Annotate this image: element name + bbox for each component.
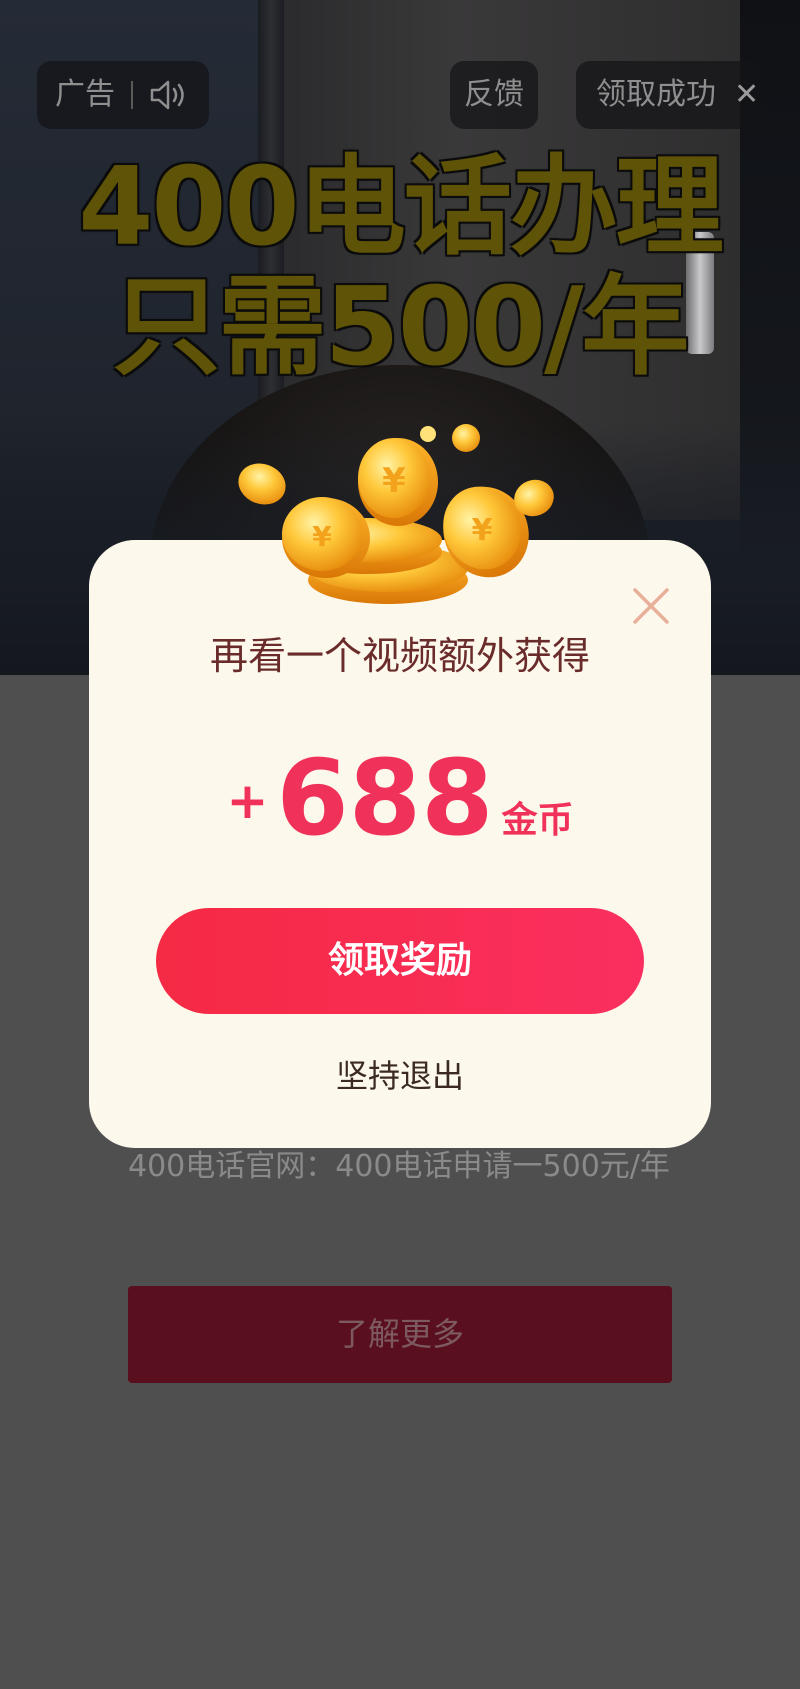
reward-value: 688	[276, 737, 494, 859]
reward-status-pill[interactable]: 领取成功 ✕	[576, 61, 762, 129]
reward-unit: 金币	[501, 800, 574, 841]
ad-description: 400电话官网：400电话申请一500元/年	[128, 1149, 670, 1184]
close-icon[interactable]	[629, 584, 673, 628]
ad-label: 广告	[55, 77, 115, 112]
reward-status-label: 领取成功	[596, 77, 716, 112]
reward-dialog: 再看一个视频额外获得 +688 金币 领取奖励 坚持退出	[89, 540, 711, 1148]
close-icon[interactable]: ✕	[734, 61, 759, 129]
feedback-button[interactable]: 反馈	[450, 61, 538, 129]
ad-sound-pill: 广告	[37, 61, 209, 129]
svg-text:¥: ¥	[312, 520, 332, 553]
video-headline-line1: 400电话办理	[78, 145, 723, 270]
dialog-title: 再看一个视频额外获得	[209, 634, 590, 678]
divider	[131, 81, 133, 109]
reward-plus: +	[226, 772, 269, 830]
quit-link[interactable]: 坚持退出	[89, 1052, 711, 1100]
video-headline-line2: 只需500/年	[112, 265, 690, 390]
svg-text:¥: ¥	[472, 513, 493, 548]
reward-amount: +688 金币	[89, 738, 711, 858]
feedback-label: 反馈	[464, 77, 524, 112]
svg-text:¥: ¥	[382, 461, 406, 501]
learn-more-button[interactable]: 了解更多	[128, 1286, 672, 1383]
gold-coins-icon: ¥ ¥ ¥	[228, 420, 568, 610]
speaker-icon[interactable]	[149, 78, 189, 112]
claim-reward-button[interactable]: 领取奖励	[156, 908, 644, 1014]
